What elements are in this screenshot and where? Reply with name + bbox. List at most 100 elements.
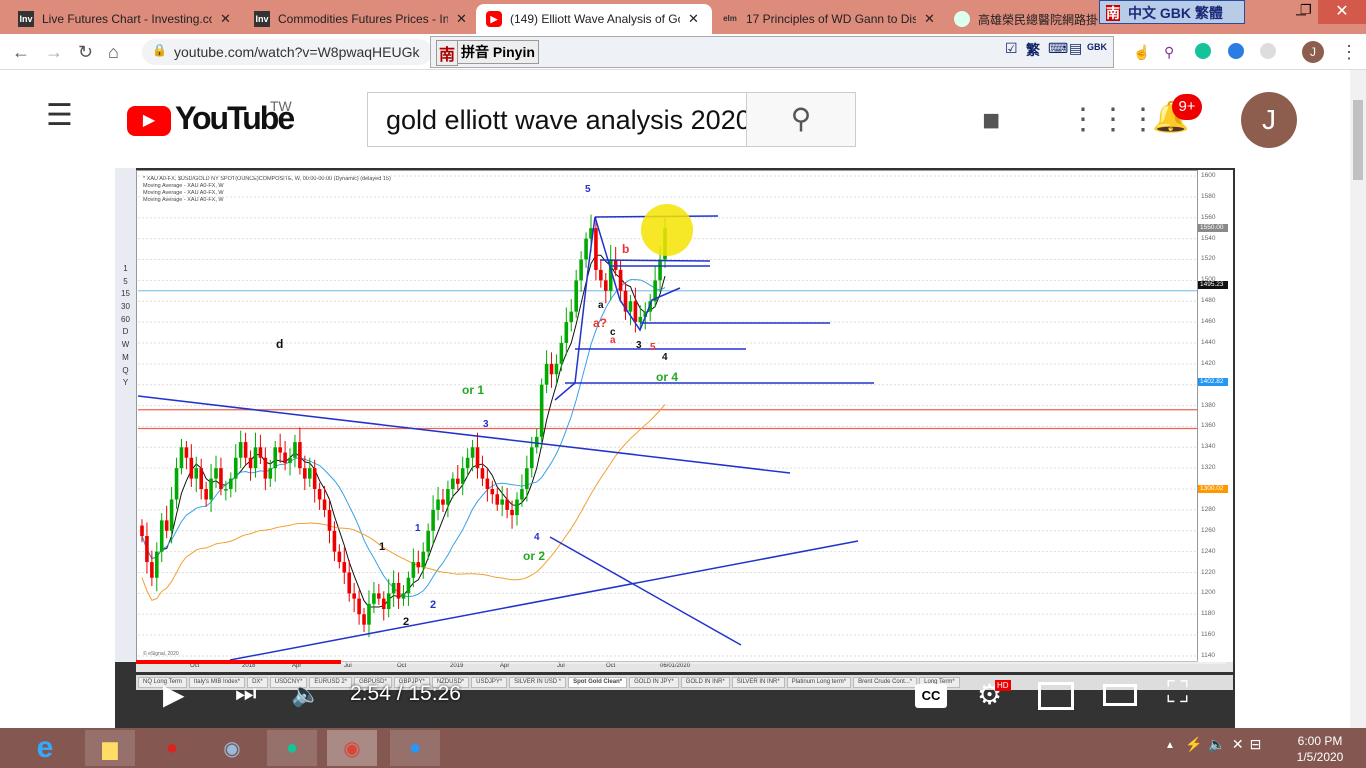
theater-mode-icon[interactable]: [1103, 684, 1137, 706]
timeframe-d[interactable]: D: [115, 327, 136, 340]
grammarly-icon[interactable]: [1195, 43, 1211, 59]
tab-investing-chart[interactable]: Inv Live Futures Chart - Investing.co ✕: [8, 4, 241, 34]
price-tick: 1240: [1201, 547, 1216, 555]
file-explorer-icon[interactable]: ▆: [85, 730, 135, 766]
clock-date: 1/5/2020: [1296, 750, 1344, 764]
close-icon[interactable]: ✕: [220, 11, 231, 27]
price-tick: 1600: [1201, 172, 1216, 179]
ime-app-icon[interactable]: ●: [147, 730, 197, 766]
price-tick: 1160: [1201, 631, 1215, 639]
timeframe-30[interactable]: 30: [115, 302, 136, 315]
chart-legend: * XAU A0-FX, $USD/GOLD NY SPOT(OUNCE)COM…: [143, 176, 391, 204]
chromium-icon[interactable]: ◉: [207, 730, 257, 766]
price-tick: 1460: [1201, 318, 1216, 326]
moving-average-label: Moving Average - XAU A0-FX, W: [143, 197, 224, 203]
timeframe-5[interactable]: 5: [115, 277, 136, 290]
timeframe-q[interactable]: Q: [115, 366, 136, 379]
clock[interactable]: 6:00 PM 1/5/2020: [1290, 733, 1350, 765]
close-icon[interactable]: ✕: [924, 11, 935, 27]
timeframe-60[interactable]: 60: [115, 315, 136, 328]
miniplayer-icon[interactable]: [1038, 682, 1074, 710]
play-icon[interactable]: ▶: [163, 678, 185, 711]
search-extension-icon[interactable]: ⚲: [1164, 44, 1174, 61]
apps-grid-icon[interactable]: ⋮⋮⋮: [1068, 102, 1158, 137]
wave-label: a: [598, 300, 604, 311]
price-tick: 1580: [1201, 192, 1216, 200]
page-scrollbar[interactable]: [1350, 70, 1366, 728]
reload-icon[interactable]: ↻: [78, 42, 93, 63]
checkbox-icon[interactable]: ☑: [1005, 40, 1018, 57]
notification-badge: 9+: [1172, 94, 1202, 120]
timeframe-1[interactable]: 1: [115, 264, 136, 277]
browser-tab-bar: Inv Live Futures Chart - Investing.co ✕ In…: [0, 0, 1366, 34]
extension-icon[interactable]: [1260, 43, 1276, 59]
forward-icon[interactable]: →: [45, 42, 63, 63]
scrollbar-thumb[interactable]: [1353, 100, 1363, 180]
elm-icon: elm: [723, 14, 737, 23]
next-icon[interactable]: ⏭: [235, 680, 257, 708]
price-tick: 1220: [1201, 568, 1216, 576]
ime-language-bar[interactable]: 南中文 GBK 繁體: [1099, 0, 1245, 24]
timeframe-m[interactable]: M: [115, 353, 136, 366]
tab-title: 17 Principles of WD Gann to Dis: [746, 12, 916, 26]
wave-label: or 1: [462, 383, 485, 397]
create-video-icon[interactable]: ■: [982, 104, 1000, 138]
ime-input-bar[interactable]: 南 拼音 Pinyin ☑ 繁 ⌨ ▤ GBK: [430, 36, 1114, 68]
hd-badge: HD: [995, 680, 1011, 691]
menu-window-icon[interactable]: ▤: [1069, 40, 1082, 57]
investing-icon: Inv: [254, 11, 270, 27]
tab-gann[interactable]: elm 17 Principles of WD Gann to Dis ✕: [712, 4, 945, 34]
ime-mode-button[interactable]: 拼音 Pinyin: [457, 40, 539, 64]
extension-icon[interactable]: ☝: [1133, 44, 1150, 61]
chrome-icon[interactable]: ◉: [327, 730, 377, 766]
wave-label: b: [622, 242, 630, 256]
app-icon[interactable]: ●: [390, 730, 440, 766]
moving-average-label: Moving Average - XAU A0-FX, W: [143, 183, 224, 189]
search-input[interactable]: gold elliott wave analysis 2020: [367, 92, 747, 147]
hamburger-menu-icon[interactable]: ☰: [46, 98, 73, 133]
price-tick: 1380: [1201, 401, 1216, 409]
wave-label: 2: [430, 599, 437, 611]
url-field[interactable]: 🔒 youtube.com/watch?v=W8pwaqHEUGk: [142, 39, 432, 65]
price-axis: 1600 1580 1560 1540 1520 1500 1480 1460 1440 1420…: [1197, 170, 1233, 662]
fullscreen-icon[interactable]: ⛶: [1167, 676, 1188, 710]
ime-logo: 南: [1106, 5, 1120, 21]
back-icon[interactable]: ←: [12, 42, 30, 63]
system-tray-icons[interactable]: ⚡🔈✕⊟: [1185, 736, 1267, 753]
volume-icon[interactable]: 🔈: [291, 680, 321, 709]
wave-label: d: [276, 337, 284, 351]
close-icon[interactable]: ✕: [688, 11, 699, 27]
video-progress-fill: [136, 660, 341, 664]
youtube-logo-icon[interactable]: ▶: [127, 106, 171, 136]
restore-button[interactable]: ❐: [1300, 2, 1312, 18]
profile-avatar[interactable]: J: [1302, 41, 1324, 63]
timeframe-y[interactable]: Y: [115, 378, 136, 391]
ime-logo[interactable]: 南: [436, 40, 459, 66]
home-icon[interactable]: ⌂: [108, 42, 119, 63]
tab-commodities[interactable]: Inv Commodities Futures Prices - In ✕: [244, 4, 477, 34]
price-tick: 1140: [1201, 652, 1215, 659]
ime-lang-label: 中文 GBK 繁體: [1128, 5, 1223, 21]
tray-overflow-icon[interactable]: ▲: [1165, 740, 1175, 751]
traditional-button[interactable]: 繁: [1026, 40, 1040, 60]
close-icon[interactable]: ✕: [456, 11, 467, 27]
account-avatar[interactable]: J: [1241, 92, 1297, 148]
video-progress-bar[interactable]: [136, 660, 1226, 664]
price-tick: 1180: [1201, 610, 1215, 618]
tab-youtube[interactable]: ▶ (149) Elliott Wave Analysis of Go ✕: [476, 4, 712, 34]
internet-explorer-icon[interactable]: e: [20, 730, 70, 766]
menu-icon[interactable]: ⋮: [1340, 42, 1358, 63]
keyboard-icon[interactable]: ⌨: [1048, 40, 1068, 57]
search-button[interactable]: ⚲: [746, 92, 856, 147]
url-text: youtube.com/watch?v=W8pwaqHEUGk: [174, 44, 420, 60]
grammarly-icon[interactable]: ●: [267, 730, 317, 766]
extension-icon[interactable]: [1228, 43, 1244, 59]
timeframe-w[interactable]: W: [115, 340, 136, 353]
chart-toolbar: 1 5 15 30 60 D W M Q Y: [115, 168, 136, 662]
tab-title: Live Futures Chart - Investing.co: [42, 12, 212, 26]
timeframe-15[interactable]: 15: [115, 289, 136, 302]
captions-button[interactable]: CC: [915, 684, 947, 708]
gbk-button[interactable]: GBK: [1087, 42, 1107, 52]
close-window-button[interactable]: ✕: [1318, 0, 1366, 24]
price-tick: 1320: [1201, 464, 1216, 472]
